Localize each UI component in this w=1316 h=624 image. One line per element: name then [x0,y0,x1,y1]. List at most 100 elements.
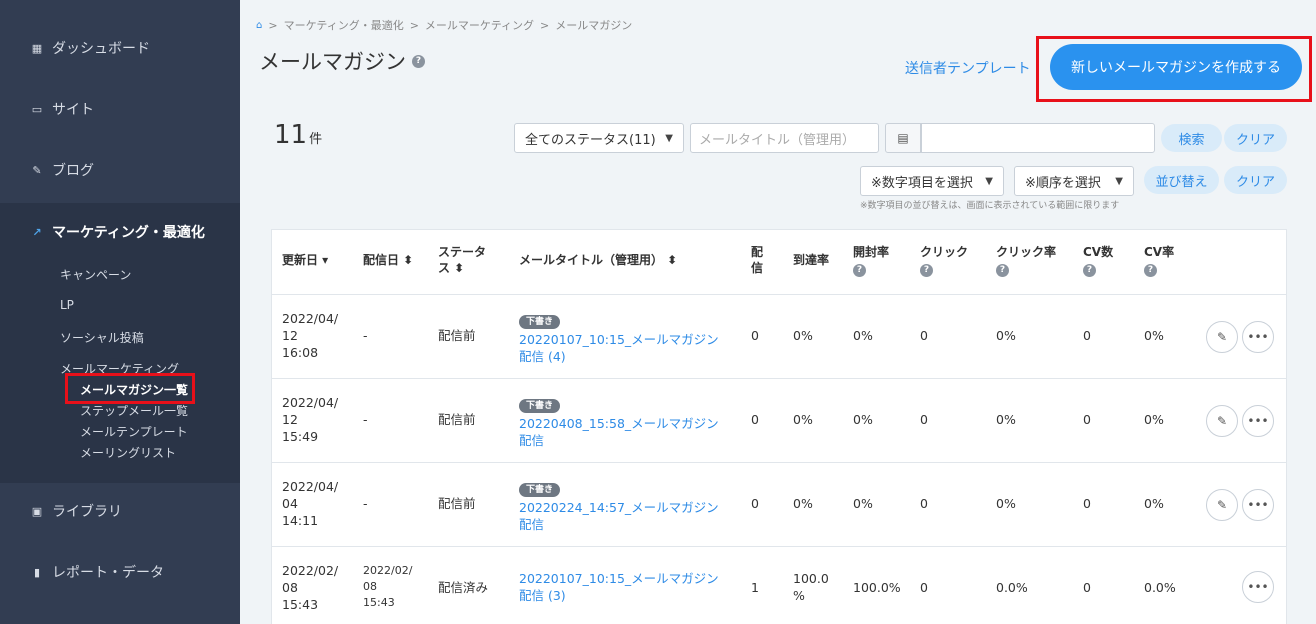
cell-reach: 100.0% [793,571,829,603]
edit-icon[interactable]: ✎ [1206,405,1238,437]
cell-open: 0% [853,328,873,343]
cell-status: 配信前 [438,496,476,511]
sidebar-subitem-lp[interactable]: LP [60,298,74,312]
cell-title[interactable]: 下書き 20220107_10:15_メールマガジン配信 (4) [519,311,729,365]
pencil-icon: ✎ [32,163,42,177]
order-select[interactable]: ※順序を選択 ▼ [1014,166,1134,196]
breadcrumb-item: メールマガジン [555,19,633,32]
cell-cv: 0 [1083,496,1091,511]
draft-badge: 下書き [519,315,561,329]
edit-icon[interactable]: ✎ [1206,321,1238,353]
cell-ctr: 0% [996,328,1016,343]
help-icon[interactable]: ? [920,263,933,277]
header-sent[interactable]: 配信日 ⬍ [363,252,413,268]
cell-status: 配信済み [438,580,489,595]
table-row: 2022/04/12 15:49 - 配信前 下書き 20220408_15:58… [272,378,1286,462]
search-button[interactable]: 検索 [1161,124,1222,152]
table-row: 2022/02/08 15:43 2022/02/08 15:43 配信済み 202… [272,546,1286,624]
title-search-input[interactable]: メールタイトル（管理用） [690,123,879,153]
cell-title[interactable]: 20220107_10:15_メールマガジン配信 (3) [519,570,729,604]
sort-button[interactable]: 並び替え [1144,166,1219,194]
header-title[interactable]: メールタイトル（管理用） ⬍ [519,252,677,268]
cell-updated: 2022/04/04 14:11 [282,479,339,528]
sender-template-link[interactable]: 送信者テンプレート [905,58,1031,78]
draft-badge: 下書き [519,399,561,413]
cell-title[interactable]: 下書き 20220408_15:58_メールマガジン配信 [519,395,729,449]
sidebar-subitem-mailing-list[interactable]: メーリングリスト [80,444,176,461]
header-status[interactable]: ステータ ス ⬍ [438,244,486,276]
bar-chart-icon: ▮ [33,565,41,579]
sidebar-item-site[interactable]: ▭ サイト [0,78,240,140]
draft-badge: 下書き [519,483,561,497]
sidebar-item-marketing[interactable]: ↗ マーケティング・最適化 [0,201,240,263]
cell-sent: - [363,328,368,343]
home-icon[interactable]: ⌂ [256,20,262,31]
header-open: 開封率 ? [853,245,890,277]
chevron-down-icon: ▼ [1115,175,1123,187]
page-title: メールマガジン ? [259,46,425,76]
more-icon[interactable]: ••• [1242,489,1274,521]
numeric-field-select[interactable]: ※数字項目を選択 ▼ [860,166,1004,196]
chevron-down-icon: ▼ [985,175,993,187]
sort-note: ※数字項目の並び替えは、画面に表示されている範囲に限ります [860,201,1120,211]
edit-icon[interactable]: ✎ [1206,489,1238,521]
cell-sent: - [363,496,368,511]
site-icon: ▭ [31,102,43,116]
clear-button[interactable]: クリア [1224,124,1287,152]
more-icon[interactable]: ••• [1242,571,1274,603]
header-click: クリック ? [920,245,969,277]
breadcrumb-item[interactable]: マーケティング・最適化 [284,17,404,33]
date-range-input[interactable] [921,123,1155,153]
cell-open: 100.0% [853,580,901,595]
header-ctr: クリック率 ? [996,245,1057,277]
breadcrumb-sep: > [540,18,550,32]
cell-delivery: 0 [751,328,759,343]
sidebar-item-dashboard[interactable]: ▦ ダッシュボード [0,17,240,79]
cell-reach: 0% [793,496,813,511]
help-icon[interactable]: ? [1144,263,1157,277]
help-icon[interactable]: ? [853,263,866,277]
chevron-down-icon: ▼ [665,132,673,144]
sidebar-subitem-social[interactable]: ソーシャル投稿 [60,329,144,346]
breadcrumb-sep: > [268,18,278,32]
cell-reach: 0% [793,412,813,427]
cell-title[interactable]: 下書き 20220224_14:57_メールマガジン配信 [519,479,729,533]
cell-cvr: 0% [1144,412,1164,427]
table-row: 2022/04/12 16:08 - 配信前 下書き 20220107_10:15… [272,294,1286,378]
header-delivery: 配 信 [751,245,764,275]
sidebar-item-report[interactable]: ▮ レポート・データ [0,541,240,603]
cell-cv: 0 [1083,412,1091,427]
cell-delivery: 0 [751,412,759,427]
cell-click: 0 [920,328,928,343]
header-cvr: CV率 ? [1144,245,1175,277]
more-icon[interactable]: ••• [1242,405,1274,437]
cell-cv: 0 [1083,328,1091,343]
help-icon[interactable]: ? [412,54,425,68]
cell-status: 配信前 [438,412,476,427]
status-select[interactable]: 全てのステータス(11) ▼ [514,123,684,153]
sidebar-item-blog[interactable]: ✎ ブログ [0,139,240,201]
sidebar-subitem-campaign[interactable]: キャンペーン [60,266,131,283]
cell-sent: 2022/02/08 15:43 [363,564,413,609]
more-icon[interactable]: ••• [1242,321,1274,353]
highlight-box-sidebar [65,373,195,404]
cell-click: 0 [920,412,928,427]
help-icon[interactable]: ? [996,263,1009,277]
cell-open: 0% [853,496,873,511]
sidebar-subitem-mail-template[interactable]: メールテンプレート [80,423,188,440]
cell-status: 配信前 [438,328,476,343]
sort-clear-button[interactable]: クリア [1224,166,1287,194]
sidebar-item-library[interactable]: ▣ ライブラリ [0,480,240,542]
breadcrumb-item[interactable]: メールマーケティング [425,17,534,33]
mailmagazine-table: 更新日 ▾ 配信日 ⬍ ステータ ス ⬍ メールタイトル（管理用） ⬍ 配 信 … [271,229,1287,624]
cell-updated: 2022/04/12 16:08 [282,311,339,360]
sidebar-subitem-step-mail[interactable]: ステップメール一覧 [80,402,188,419]
header-updated[interactable]: 更新日 ▾ [282,252,328,268]
breadcrumb-sep: > [409,18,419,32]
cell-click: 0 [920,496,928,511]
calendar-icon[interactable]: ▤ [885,123,921,153]
highlight-box-create [1036,36,1312,102]
image-icon: ▣ [31,504,43,518]
help-icon[interactable]: ? [1083,263,1096,277]
cell-delivery: 0 [751,496,759,511]
